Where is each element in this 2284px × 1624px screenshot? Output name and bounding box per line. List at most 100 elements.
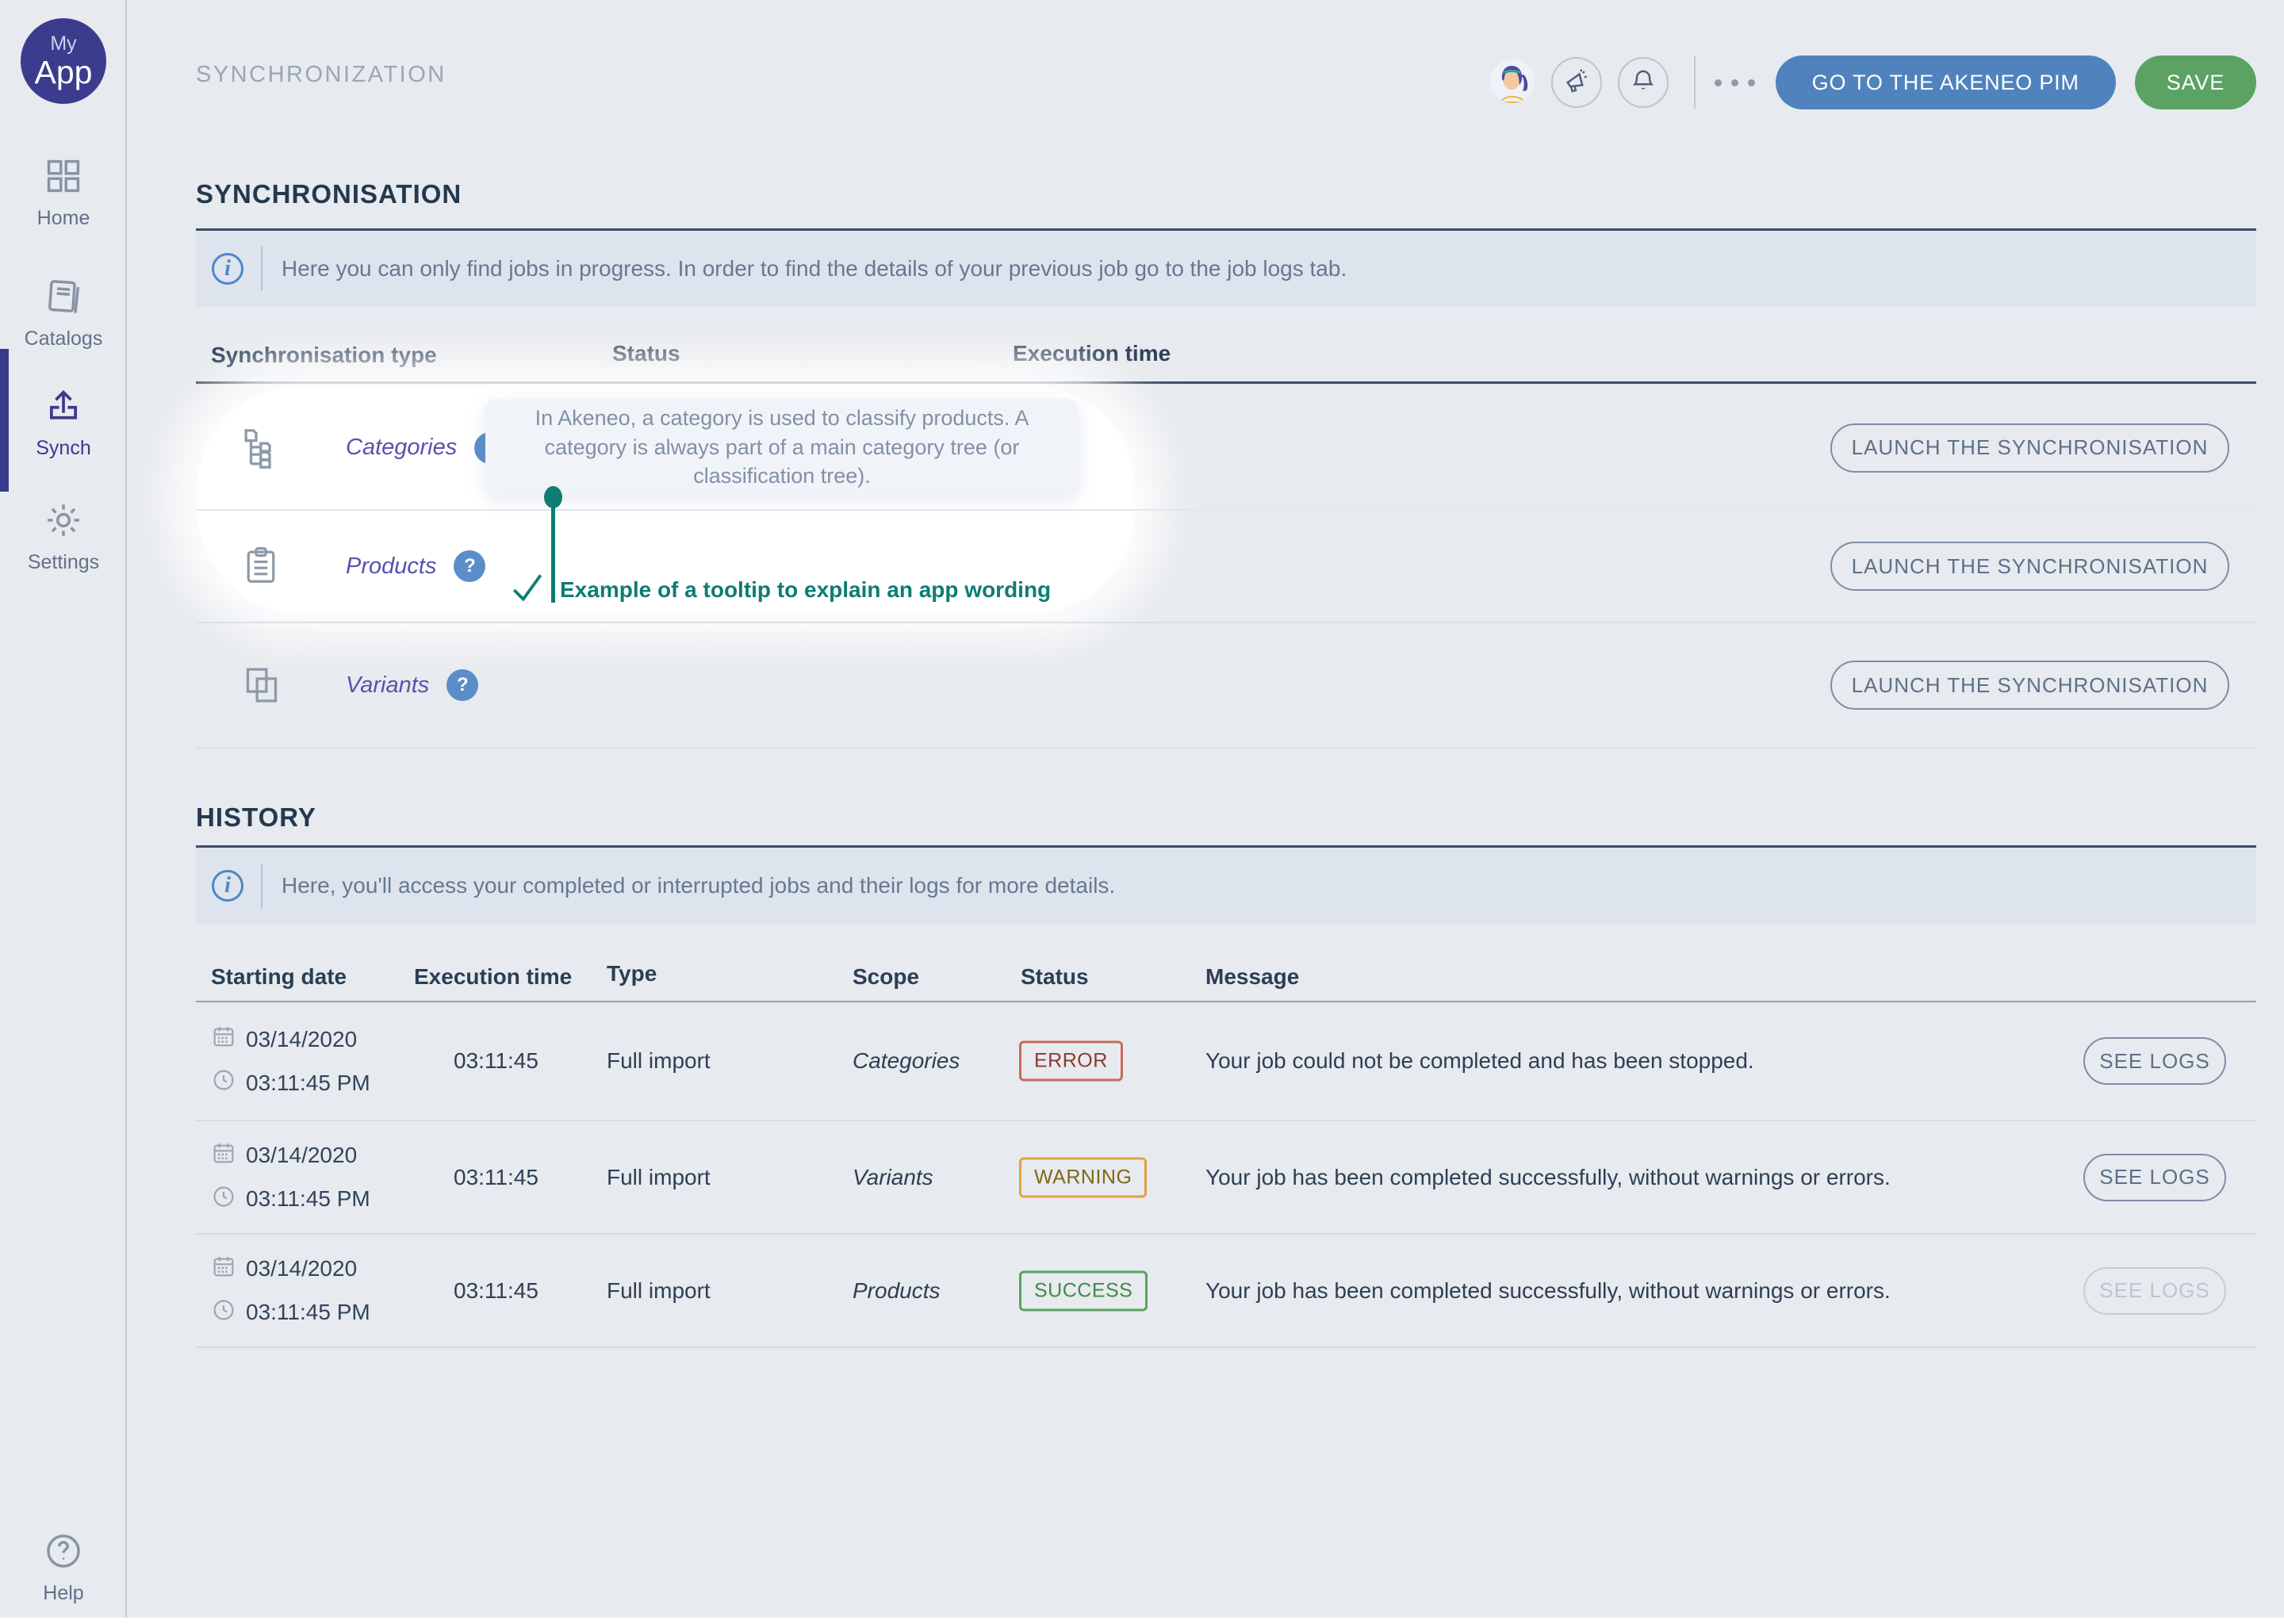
book-icon <box>43 276 84 321</box>
tooltip-caption-text: Example of a tooltip to explain an app w… <box>560 577 1051 603</box>
calendar-icon <box>211 1254 236 1285</box>
info-icon: i <box>212 253 243 285</box>
hist-col-message: Message <box>1205 964 1299 990</box>
job-message: Your job has been completed successfully… <box>1205 1165 1891 1190</box>
gear-icon <box>43 500 84 545</box>
scope-link[interactable]: Categories <box>853 1048 960 1074</box>
starting-date: 03/14/2020 <box>246 1143 357 1168</box>
history-row: 03/14/2020 03:11:45 PM 03:11:45 Full imp… <box>196 1121 2256 1233</box>
sync-header-rule <box>196 381 2256 384</box>
banner-divider <box>261 247 263 291</box>
launch-sync-button[interactable]: LAUNCH THE SYNCHRONISATION <box>1830 423 2229 473</box>
row-divider <box>196 1346 2256 1348</box>
history-row: 03/14/2020 03:11:45 PM 03:11:45 Full imp… <box>196 1002 2256 1120</box>
sync-col-status: Status <box>612 341 680 366</box>
grid-icon <box>43 155 84 201</box>
upload-icon <box>43 385 84 431</box>
hist-col-type: Type <box>607 961 657 986</box>
sync-col-exec: Execution time <box>1013 341 1171 366</box>
job-type: Full import <box>607 1165 711 1190</box>
header-divider <box>1694 56 1696 109</box>
sidebar-item-help[interactable]: Help <box>0 1530 127 1605</box>
bottom-strip <box>0 1618 2284 1624</box>
help-tooltip-badge[interactable]: ? <box>454 550 485 582</box>
see-logs-button-disabled: SEE LOGS <box>2083 1267 2226 1315</box>
info-icon: i <box>212 870 243 902</box>
clipboard-icon <box>240 544 284 588</box>
sync-type-link[interactable]: Categories <box>346 435 457 461</box>
starting-time: 03:11:45 PM <box>246 1300 370 1325</box>
scope-link[interactable]: Products <box>853 1278 941 1304</box>
status-badge: ERROR <box>1019 1041 1123 1082</box>
bell-icon <box>1630 67 1657 98</box>
job-type: Full import <box>607 1278 711 1304</box>
starting-time: 03:11:45 PM <box>246 1071 370 1096</box>
history-row: 03/14/2020 03:11:45 PM 03:11:45 Full imp… <box>196 1235 2256 1346</box>
hist-col-status: Status <box>1021 964 1089 990</box>
sidebar-item-label: Catalogs <box>25 327 103 350</box>
starting-date: 03/14/2020 <box>246 1256 357 1281</box>
starting-time: 03:11:45 PM <box>246 1186 370 1212</box>
sidebar-item-synch[interactable]: Synch <box>0 385 127 460</box>
sidebar: My App Home Catalogs <box>0 0 127 1624</box>
sidebar-item-label: Home <box>37 207 90 230</box>
avatar[interactable] <box>1489 58 1535 108</box>
starting-date: 03/14/2020 <box>246 1027 357 1052</box>
calendar-icon <box>211 1140 236 1171</box>
sidebar-item-settings[interactable]: Settings <box>0 500 127 574</box>
execution-time: 03:11:45 <box>454 1048 538 1074</box>
launch-sync-button[interactable]: LAUNCH THE SYNCHRONISATION <box>1830 661 2229 710</box>
help-circle-icon <box>43 1530 84 1576</box>
sync-info-banner: i Here you can only find jobs in progres… <box>196 231 2256 307</box>
variants-icon <box>240 663 284 707</box>
sync-info-text: Here you can only find jobs in progress.… <box>282 256 1347 282</box>
history-info-banner: i Here, you'll access your completed or … <box>196 848 2256 924</box>
history-info-text: Here, you'll access your completed or in… <box>282 873 1115 898</box>
megaphone-icon <box>1563 67 1590 98</box>
sidebar-item-home[interactable]: Home <box>0 155 127 230</box>
execution-time: 03:11:45 <box>454 1278 538 1304</box>
checkmark-icon <box>508 568 547 613</box>
sidebar-item-label: Help <box>43 1582 83 1605</box>
hist-col-exec: Execution time <box>414 964 572 990</box>
job-message: Your job could not be completed and has … <box>1205 1048 1754 1074</box>
tooltip-pointer-dot <box>544 486 562 508</box>
starting-date-cell: 03/14/2020 03:11:45 PM <box>211 1002 370 1120</box>
save-button[interactable]: SAVE <box>2135 56 2256 109</box>
starting-date-cell: 03/14/2020 03:11:45 PM <box>211 1121 370 1233</box>
sync-type-link[interactable]: Variants <box>346 672 429 699</box>
tooltip-text: In Akeneo, a category is used to classif… <box>522 404 1042 490</box>
scope-link[interactable]: Variants <box>853 1165 933 1190</box>
logo-line1: My <box>50 33 76 55</box>
sync-row-products: Products ? LAUNCH THE SYNCHRONISATION <box>196 511 2256 622</box>
sync-type-link[interactable]: Products <box>346 553 436 580</box>
launch-sync-button[interactable]: LAUNCH THE SYNCHRONISATION <box>1830 542 2229 591</box>
sidebar-item-catalogs[interactable]: Catalogs <box>0 276 127 350</box>
app-screen: My App Home Catalogs <box>0 0 2284 1624</box>
job-type: Full import <box>607 1048 711 1074</box>
status-badge: SUCCESS <box>1019 1270 1148 1311</box>
tooltip-popup: In Akeneo, a category is used to classif… <box>485 399 1079 496</box>
hist-col-date: Starting date <box>211 964 347 990</box>
execution-time: 03:11:45 <box>454 1165 538 1190</box>
banner-divider <box>261 864 263 908</box>
announcements-button[interactable] <box>1551 57 1602 108</box>
sidebar-item-label: Settings <box>28 551 99 574</box>
notifications-button[interactable] <box>1618 57 1669 108</box>
see-logs-button[interactable]: SEE LOGS <box>2083 1037 2226 1085</box>
help-tooltip-badge[interactable]: ? <box>446 669 478 701</box>
history-section-heading: HISTORY <box>196 802 316 833</box>
sync-section-heading: SYNCHRONISATION <box>196 179 462 209</box>
clock-icon <box>211 1297 236 1328</box>
clock-icon <box>211 1184 236 1215</box>
overflow-menu-button[interactable] <box>1715 79 1755 86</box>
sidebar-item-label: Synch <box>36 437 90 460</box>
app-logo[interactable]: My App <box>21 18 106 104</box>
starting-date-cell: 03/14/2020 03:11:45 PM <box>211 1235 370 1346</box>
sync-col-type: Synchronisation type <box>211 343 437 368</box>
see-logs-button[interactable]: SEE LOGS <box>2083 1154 2226 1201</box>
logo-line2: App <box>35 55 93 90</box>
go-to-pim-button[interactable]: GO TO THE AKENEO PIM <box>1776 56 2116 109</box>
sync-row-variants: Variants ? LAUNCH THE SYNCHRONISATION <box>196 623 2256 747</box>
calendar-icon <box>211 1024 236 1055</box>
